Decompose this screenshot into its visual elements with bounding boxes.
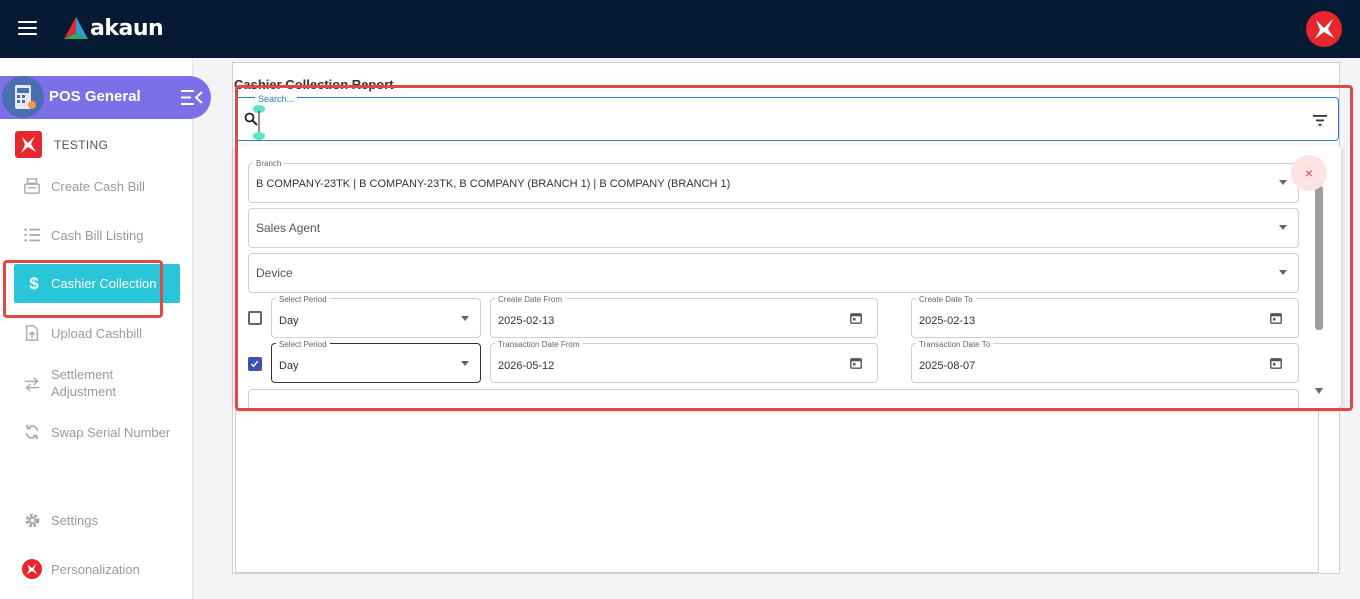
org-logo-icon (15, 131, 42, 158)
sidebar-item-create-cash-bill[interactable]: Create Cash Bill (22, 176, 145, 196)
upload-icon (22, 323, 42, 343)
sidebar-item-label: Personalization (51, 561, 140, 577)
user-avatar[interactable] (1306, 11, 1342, 47)
sidebar-item-label: Settlement (51, 367, 114, 382)
app-title: POS General (49, 88, 141, 105)
sidebar-item-cash-bill-listing[interactable]: Cash Bill Listing (22, 225, 144, 245)
sidebar-item-personalization[interactable]: Personalization (22, 559, 140, 579)
report-results-area (235, 410, 1319, 573)
sidebar-item-label: Swap Serial Number (51, 424, 171, 440)
gear-icon (22, 510, 42, 530)
akaun-logo[interactable]: akaun (64, 14, 164, 42)
brand-icon (22, 559, 42, 579)
sidebar-item-swap-serial-number[interactable]: Swap Serial Number (22, 422, 170, 442)
sidebar-item-upload-cashbill[interactable]: Upload Cashbill (22, 323, 142, 343)
highlight-box-sidebar (3, 260, 163, 318)
top-app-bar: akaun (0, 0, 1360, 58)
sidebar-item-label: Create Cash Bill (51, 178, 145, 194)
akaun-logo-mark-icon (64, 17, 88, 39)
refresh-icon (22, 422, 42, 442)
menu-icon[interactable] (18, 21, 37, 35)
sidebar-item-settlement-adjustment[interactable]: Settlement Adjustment (22, 366, 116, 400)
swap-arrows-icon (22, 374, 42, 394)
collapse-menu-icon[interactable] (181, 89, 203, 106)
sidebar-item-settings[interactable]: Settings (22, 510, 98, 530)
sidebar-item-label: Cash Bill Listing (51, 227, 144, 243)
sidebar-item-label-2: Adjustment (51, 384, 117, 399)
highlight-box-filters (235, 85, 1353, 411)
org-selector[interactable]: TESTING (15, 131, 108, 158)
pos-app-icon (2, 76, 44, 118)
sidebar-item-label: Settings (51, 512, 98, 528)
org-name: TESTING (54, 137, 109, 152)
app-switcher[interactable]: POS General (0, 76, 211, 119)
logo-text: akaun (90, 15, 164, 41)
list-icon (22, 225, 42, 245)
sidebar: POS General TESTING Create Cash Bill Cas… (0, 58, 211, 599)
sidebar-item-label: Upload Cashbill (51, 325, 143, 341)
cash-register-icon (22, 176, 42, 196)
brand-icon (1315, 19, 1334, 39)
